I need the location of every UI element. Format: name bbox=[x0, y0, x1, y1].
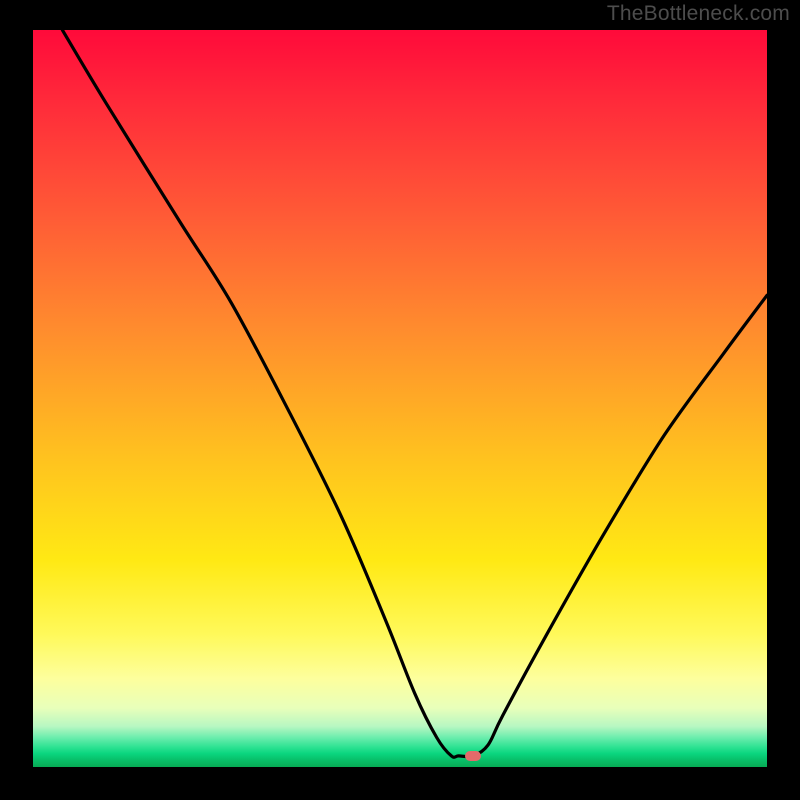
bottleneck-curve bbox=[33, 30, 767, 767]
watermark-text: TheBottleneck.com bbox=[607, 2, 790, 26]
curve-path bbox=[62, 30, 767, 757]
plot-area bbox=[33, 30, 767, 767]
chart-frame: TheBottleneck.com bbox=[0, 0, 800, 800]
min-marker bbox=[465, 751, 481, 761]
